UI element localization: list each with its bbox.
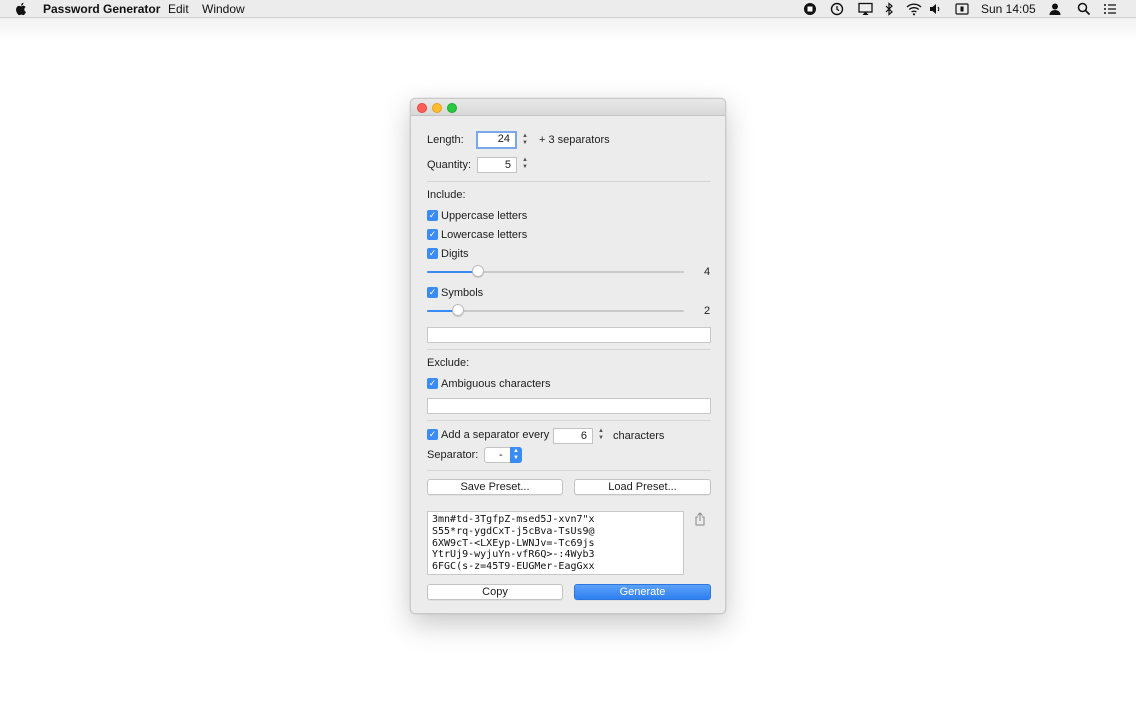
symbols-slider-knob[interactable] bbox=[452, 304, 464, 316]
user-icon[interactable] bbox=[1048, 0, 1064, 18]
symbols-checkbox[interactable]: ✓ bbox=[427, 287, 438, 298]
uppercase-label: Uppercase letters bbox=[441, 210, 528, 222]
lowercase-checkbox[interactable]: ✓ bbox=[427, 229, 438, 240]
minimize-window-button[interactable] bbox=[432, 103, 442, 113]
ambiguous-checkbox[interactable]: ✓ bbox=[427, 378, 438, 389]
uppercase-checkbox[interactable]: ✓ bbox=[427, 210, 438, 221]
password-line: S55*rq-ygdCxT-j5cBva-TsUs9@ bbox=[432, 525, 595, 537]
notification-center-icon[interactable] bbox=[1103, 0, 1119, 18]
quantity-label: Quantity: bbox=[427, 159, 472, 171]
menu-bar-shadow bbox=[0, 18, 1136, 42]
password-generator-window: Length: 24 ▲ ▼ + 3 separators Quantity: 5… bbox=[410, 98, 726, 614]
quantity-stepper[interactable]: ▲ ▼ bbox=[520, 157, 530, 173]
app-menu[interactable]: Password Generator bbox=[43, 0, 160, 18]
divider bbox=[427, 349, 711, 350]
divider bbox=[427, 181, 711, 182]
separator-every-stepper[interactable]: ▲ ▼ bbox=[596, 428, 606, 444]
length-field[interactable]: 24 bbox=[476, 131, 517, 149]
apple-menu-icon[interactable] bbox=[14, 0, 30, 18]
exclude-heading: Exclude: bbox=[427, 357, 470, 369]
separator-every-label: Add a separator every bbox=[441, 429, 550, 441]
length-label: Length: bbox=[427, 134, 464, 146]
ambiguous-label: Ambiguous characters bbox=[441, 378, 551, 390]
divider bbox=[427, 420, 711, 421]
length-separators-note: + 3 separators bbox=[539, 134, 610, 146]
menubar-clock[interactable]: Sun 14:05 bbox=[981, 0, 1036, 18]
password-line: 6XW9cT-<LXEyp-LWNJv=-Tc69js bbox=[432, 537, 595, 549]
load-preset-button[interactable]: Load Preset... bbox=[574, 479, 711, 495]
bluetooth-icon[interactable] bbox=[883, 0, 899, 18]
edit-menu[interactable]: Edit bbox=[168, 0, 189, 18]
digits-count: 4 bbox=[704, 266, 711, 278]
password-line: 6FGC(s-z=45T9-EUGMer-EagGxx bbox=[432, 561, 595, 573]
window-menu[interactable]: Window bbox=[202, 0, 245, 18]
symbols-label: Symbols bbox=[441, 287, 484, 299]
airplay-icon[interactable] bbox=[858, 0, 874, 18]
symbols-slider[interactable] bbox=[427, 304, 684, 318]
close-window-button[interactable] bbox=[417, 103, 427, 113]
volume-icon[interactable] bbox=[928, 0, 944, 18]
digits-label: Digits bbox=[441, 248, 469, 260]
password-line: 3mn#td-3TgfpZ-msed5J-xvn7"x bbox=[432, 514, 595, 525]
digits-slider[interactable] bbox=[427, 265, 684, 279]
separator-label: Separator: bbox=[427, 449, 479, 461]
custom-include-characters-field[interactable] bbox=[427, 327, 711, 343]
include-heading: Include: bbox=[427, 189, 466, 201]
input-menu-icon[interactable] bbox=[955, 0, 971, 18]
copy-button[interactable]: Copy bbox=[427, 584, 563, 600]
save-preset-button[interactable]: Save Preset... bbox=[427, 479, 563, 495]
separator-every-field[interactable]: 6 bbox=[553, 428, 593, 444]
custom-exclude-characters-field[interactable] bbox=[427, 398, 711, 414]
digits-slider-knob[interactable] bbox=[472, 265, 484, 277]
separator-popup-value: - bbox=[499, 449, 503, 461]
generate-button[interactable]: Generate bbox=[574, 584, 711, 600]
separator-checkbox[interactable]: ✓ bbox=[427, 429, 438, 440]
quantity-field[interactable]: 5 bbox=[477, 157, 517, 173]
separator-popup[interactable]: - ▲ ▼ bbox=[484, 447, 522, 463]
title-bar[interactable] bbox=[411, 99, 725, 116]
symbols-count: 2 bbox=[704, 305, 711, 317]
spotlight-search-icon[interactable] bbox=[1077, 0, 1093, 18]
time-machine-icon[interactable] bbox=[830, 0, 846, 18]
lowercase-label: Lowercase letters bbox=[441, 229, 528, 241]
chevron-up-down-icon: ▲ ▼ bbox=[510, 447, 522, 463]
menu-bar: Password Generator Edit Window Sun 14:05 bbox=[0, 0, 1136, 18]
separator-characters-label: characters bbox=[613, 430, 665, 442]
digits-checkbox[interactable]: ✓ bbox=[427, 248, 438, 259]
length-stepper[interactable]: ▲ ▼ bbox=[520, 133, 530, 149]
password-line: YtrUj9-wyjuYn-vfR6Q>-:4Wyb3 bbox=[432, 549, 595, 561]
share-icon[interactable] bbox=[694, 512, 706, 529]
zoom-window-button[interactable] bbox=[447, 103, 457, 113]
divider bbox=[427, 470, 711, 471]
wifi-icon[interactable] bbox=[906, 0, 922, 18]
generated-passwords-output[interactable]: 3mn#td-3TgfpZ-msed5J-xvn7"x S55*rq-ygdCx… bbox=[427, 511, 684, 575]
screen-recording-icon[interactable] bbox=[803, 0, 819, 18]
